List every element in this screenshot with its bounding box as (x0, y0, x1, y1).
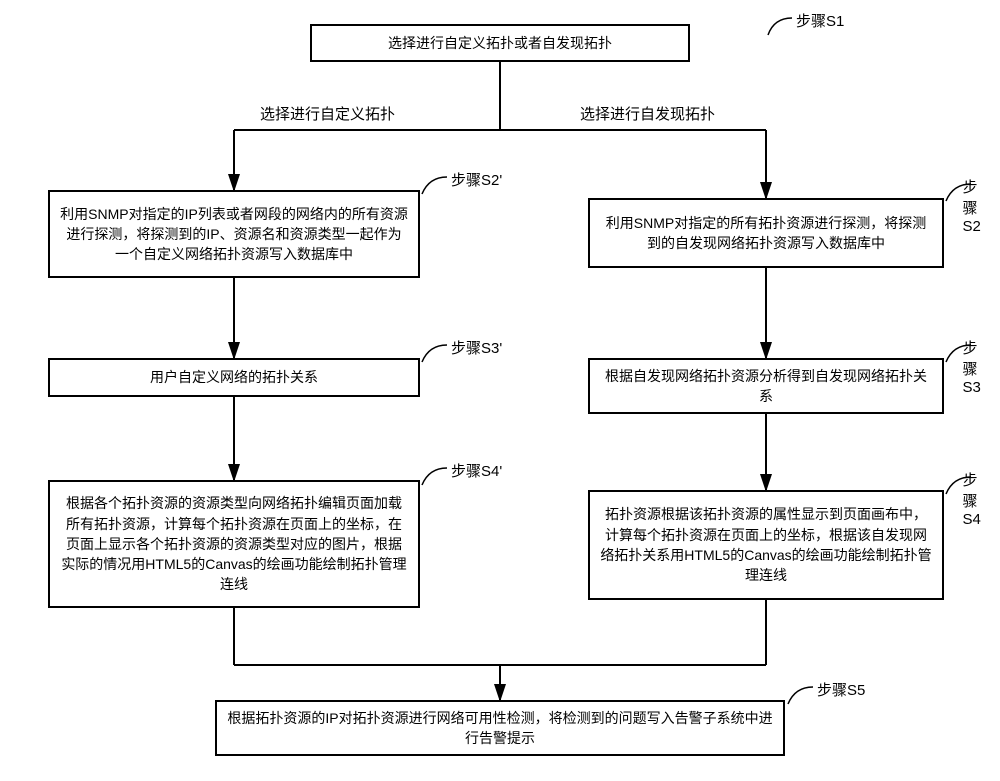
step-label-s2p: 步骤S2' (451, 169, 502, 190)
box-s2: 利用SNMP对指定的所有拓扑资源进行探测，将探测到的自发现网络拓扑资源写入数据库… (588, 198, 944, 268)
branch-label-right: 选择进行自发现拓扑 (578, 103, 717, 124)
step-label-s4p: 步骤S4' (451, 460, 502, 481)
box-s1-text: 选择进行自定义拓扑或者自发现拓扑 (388, 33, 612, 53)
box-s3p-text: 用户自定义网络的拓扑关系 (150, 367, 318, 387)
step-label-s4: 步骤S4 (963, 469, 988, 528)
box-s4p: 根据各个拓扑资源的资源类型向网络拓扑编辑页面加载所有拓扑资源，计算每个拓扑资源在… (48, 480, 420, 608)
box-s2p: 利用SNMP对指定的IP列表或者网段的网络内的所有资源进行探测，将探测到的IP、… (48, 190, 420, 278)
step-label-s3p: 步骤S3' (451, 337, 502, 358)
box-s1: 选择进行自定义拓扑或者自发现拓扑 (310, 24, 690, 62)
step-label-s5: 步骤S5 (817, 679, 865, 700)
box-s3-text: 根据自发现网络拓扑资源分析得到自发现网络拓扑关系 (600, 366, 932, 407)
step-label-s1: 步骤S1 (796, 10, 844, 31)
box-s4: 拓扑资源根据该拓扑资源的属性显示到页面画布中，计算每个拓扑资源在页面上的坐标，根… (588, 490, 944, 600)
box-s5-text: 根据拓扑资源的IP对拓扑资源进行网络可用性检测，将检测到的问题写入告警子系统中进… (227, 708, 773, 749)
box-s4p-text: 根据各个拓扑资源的资源类型向网络拓扑编辑页面加载所有拓扑资源，计算每个拓扑资源在… (60, 493, 408, 594)
box-s3: 根据自发现网络拓扑资源分析得到自发现网络拓扑关系 (588, 358, 944, 414)
box-s2p-text: 利用SNMP对指定的IP列表或者网段的网络内的所有资源进行探测，将探测到的IP、… (60, 204, 408, 265)
step-label-s3: 步骤S3 (963, 337, 988, 396)
step-label-s2: 步骤S2 (963, 176, 988, 235)
box-s5: 根据拓扑资源的IP对拓扑资源进行网络可用性检测，将检测到的问题写入告警子系统中进… (215, 700, 785, 756)
box-s4-text: 拓扑资源根据该拓扑资源的属性显示到页面画布中，计算每个拓扑资源在页面上的坐标，根… (600, 504, 932, 585)
box-s3p: 用户自定义网络的拓扑关系 (48, 358, 420, 397)
box-s2-text: 利用SNMP对指定的所有拓扑资源进行探测，将探测到的自发现网络拓扑资源写入数据库… (600, 213, 932, 254)
branch-label-left: 选择进行自定义拓扑 (258, 103, 397, 124)
